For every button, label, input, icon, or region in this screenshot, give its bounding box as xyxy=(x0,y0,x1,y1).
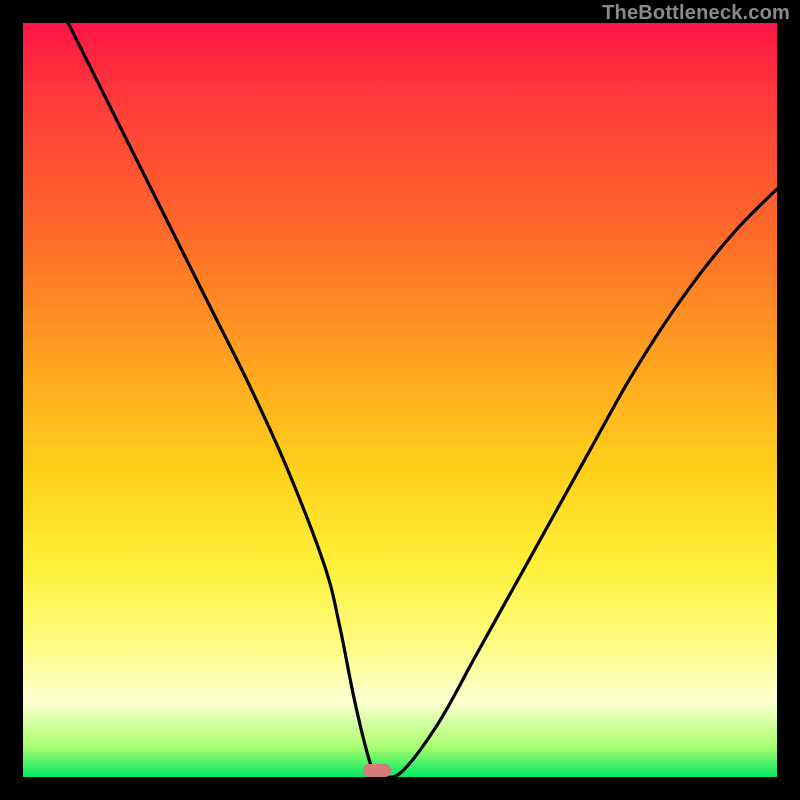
optimal-point-marker xyxy=(363,764,391,777)
watermark-text: TheBottleneck.com xyxy=(602,2,790,25)
chart-frame: TheBottleneck.com xyxy=(0,0,800,800)
curve-line xyxy=(68,23,777,777)
bottleneck-curve xyxy=(23,23,777,777)
plot-area xyxy=(23,23,777,777)
